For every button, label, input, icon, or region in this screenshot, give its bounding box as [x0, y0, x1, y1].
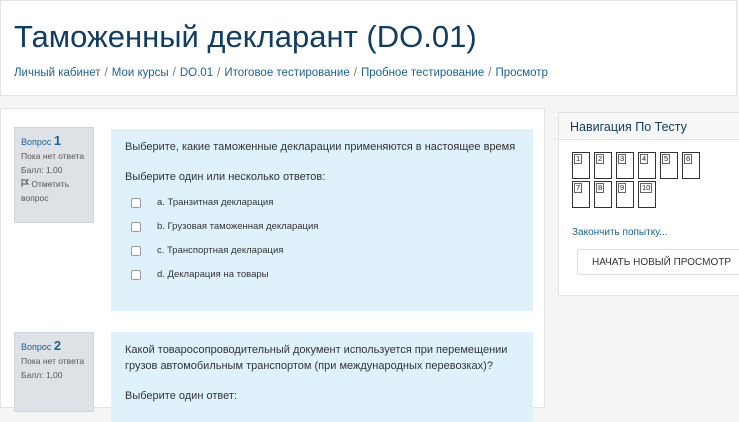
page-title: Таможенный декларант (DO.01)	[14, 19, 477, 54]
question-number-2: Вопрос 2	[21, 339, 87, 354]
quiz-main-region: Вопрос 1 Пока нет ответа Балл: 1,00 Отме…	[0, 108, 545, 422]
breadcrumb-separator: /	[172, 67, 176, 79]
answer-option-b[interactable]: b. Грузовая таможенная декларация	[125, 215, 519, 239]
answer-option-a[interactable]: a. Транзитная декларация	[125, 191, 519, 215]
question-status-1: Пока нет ответа	[21, 151, 85, 161]
nav-question-button-5[interactable]: 5	[660, 152, 678, 179]
nav-question-button-10[interactable]: 10	[638, 181, 656, 208]
question-info-1: Вопрос 1 Пока нет ответа Балл: 1,00 Отме…	[14, 127, 94, 223]
nav-question-button-8[interactable]: 8	[594, 181, 612, 208]
question-text-2: Какой товаросопроводительный документ ис…	[125, 344, 508, 372]
breadcrumb-course[interactable]: DO.01	[180, 67, 213, 79]
breadcrumb-dashboard[interactable]: Личный кабинет	[14, 67, 101, 79]
nav-question-button-6[interactable]: 6	[682, 152, 700, 179]
answer-label: a. Транзитная декларация	[157, 197, 274, 208]
breadcrumb-separator: /	[488, 67, 492, 79]
question-number-1: Вопрос 1	[21, 134, 87, 149]
answer-option-c[interactable]: c. Транспортная декларация	[125, 239, 519, 263]
nav-question-button-4[interactable]: 4	[638, 152, 656, 179]
flag-question-button[interactable]: Отметить вопрос	[21, 177, 87, 205]
nav-question-number: 7	[574, 183, 583, 193]
question-number-value: 2	[53, 338, 62, 353]
flag-icon	[21, 179, 31, 189]
nav-question-number: 1	[574, 154, 583, 164]
question-status-2: Пока нет ответа	[21, 356, 85, 366]
breadcrumb-separator: /	[353, 67, 357, 79]
question-label: Вопрос	[21, 342, 52, 352]
question-text-1: Выберите, какие таможенные декларации пр…	[125, 141, 516, 153]
question-content-1: Выберите, какие таможенные декларации пр…	[111, 129, 533, 311]
question-content-2: Какой товаросопроводительный документ ис…	[111, 332, 533, 422]
nav-question-button-3[interactable]: 3	[616, 152, 634, 179]
start-new-preview-button[interactable]: НАЧАТЬ НОВЫЙ ПРОСМОТР	[577, 249, 739, 275]
question-grade-2: Балл: 1,00	[21, 370, 63, 380]
nav-question-number: 10	[640, 183, 653, 193]
nav-question-number: 2	[596, 154, 605, 164]
nav-question-number: 9	[618, 183, 627, 193]
question-info-2: Вопрос 2 Пока нет ответа Балл: 1,00	[14, 332, 94, 412]
nav-question-number: 8	[596, 183, 605, 193]
page-header: Таможенный декларант (DO.01) Личный каби…	[0, 0, 737, 96]
question-prompt-1: Выберите один или несколько ответов:	[125, 171, 326, 183]
breadcrumb-trial-test[interactable]: Пробное тестирование	[361, 67, 484, 79]
nav-question-button-9[interactable]: 9	[616, 181, 634, 208]
quiz-navigation-block: Навигация По Тесту 1 2 3 4 5 6 7 8 9 10 …	[558, 112, 739, 296]
finish-attempt-link[interactable]: Закончить попытку...	[572, 227, 668, 238]
nav-question-button-1[interactable]: 1	[572, 152, 590, 179]
breadcrumb-preview: Просмотр	[495, 67, 548, 79]
breadcrumb-separator: /	[104, 67, 108, 79]
answer-checkbox[interactable]	[131, 222, 141, 232]
answer-label: b. Грузовая таможенная декларация	[157, 221, 319, 232]
breadcrumb-separator: /	[217, 67, 221, 79]
answer-label: c. Транспортная декларация	[157, 245, 284, 256]
answer-checkbox[interactable]	[131, 246, 141, 256]
answer-checkbox[interactable]	[131, 270, 141, 280]
answer-label: d. Декларация на товары	[157, 269, 269, 280]
nav-question-number: 3	[618, 154, 627, 164]
breadcrumb: Личный кабинет / Мои курсы / DO.01/Итоговое …	[14, 67, 548, 79]
question-label: Вопрос	[21, 137, 52, 147]
question-prompt-2: Выберите один ответ:	[125, 390, 237, 402]
nav-question-number: 5	[662, 154, 671, 164]
breadcrumb-my-courses[interactable]: Мои курсы	[112, 67, 169, 79]
nav-question-button-7[interactable]: 7	[572, 181, 590, 208]
nav-question-number: 6	[684, 154, 693, 164]
question-grade-1: Балл: 1,00	[21, 165, 63, 175]
question-number-value: 1	[53, 133, 62, 148]
breadcrumb-final-testing[interactable]: Итоговое тестирование	[224, 67, 349, 79]
nav-question-button-2[interactable]: 2	[594, 152, 612, 179]
quiz-navigation-grid: 1 2 3 4 5 6 7 8 9 10	[572, 152, 702, 208]
nav-question-number: 4	[640, 154, 649, 164]
answer-checkbox[interactable]	[131, 198, 141, 208]
quiz-navigation-title: Навигация По Тесту	[559, 113, 739, 140]
answer-option-d[interactable]: d. Декларация на товары	[125, 263, 519, 287]
